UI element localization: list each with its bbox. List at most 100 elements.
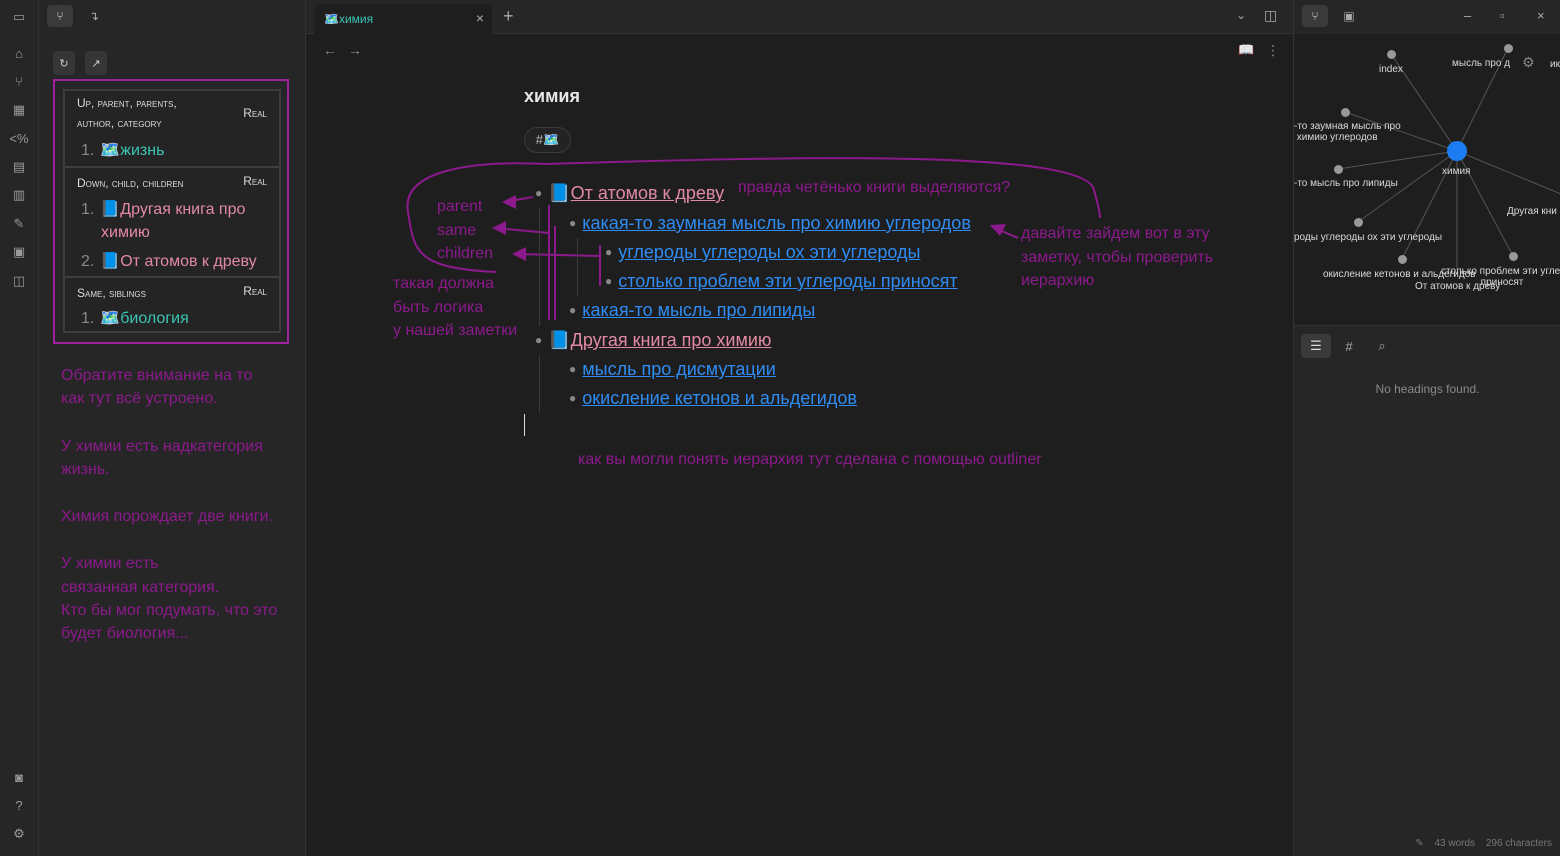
bullet-icon[interactable]: ● bbox=[569, 216, 576, 230]
graph-node[interactable] bbox=[1504, 44, 1513, 53]
graph-node-label: От атомов к древу bbox=[1415, 281, 1501, 292]
bc-section-up: Up, parent, parents, author, category Re… bbox=[65, 91, 279, 168]
sidebar-toggle-icon[interactable]: ▭ bbox=[9, 7, 29, 27]
code-icon[interactable]: <% bbox=[9, 128, 29, 148]
annotation-line: Химия порождает две книги. bbox=[61, 508, 273, 525]
outline-link[interactable]: Другая книга про химию bbox=[571, 330, 772, 350]
graph-node[interactable] bbox=[1334, 165, 1343, 174]
outline-item[interactable]: ● какая-то заумная мысль про химию углеро… bbox=[569, 211, 971, 237]
bc-section-down: Down, child, children Real 1. 📘Другая кни… bbox=[65, 168, 279, 278]
tv-icon[interactable]: ◫ bbox=[9, 271, 29, 291]
graph-view-tab-icon[interactable]: ⑂ bbox=[1302, 5, 1328, 27]
bullet-icon[interactable]: ● bbox=[535, 333, 542, 347]
help-icon[interactable]: ? bbox=[9, 795, 29, 815]
outline-item[interactable]: ● углероды углероды ох эти углероды bbox=[605, 240, 920, 266]
outline-link[interactable]: столько проблем эти углероды приносят bbox=[618, 271, 957, 291]
window-close-icon[interactable]: × bbox=[1537, 8, 1545, 23]
graph-node-label: -то заумная мысль про химию углеродов bbox=[1294, 121, 1401, 143]
editor-pane: 🗺️химия × + ⌄ ◫ ← → 📖 ⋮ химия #🗺️ ● 📘От а… bbox=[306, 0, 1293, 856]
annotation-line: У химии есть надкатегория bbox=[61, 438, 263, 455]
outline-item[interactable]: ● 📘От атомов к древу bbox=[535, 181, 724, 207]
bullet-icon[interactable]: ● bbox=[535, 186, 542, 200]
breadcrumbs-matrix: Up, parent, parents, author, category Re… bbox=[63, 89, 281, 333]
annotation-parent: parent bbox=[437, 198, 483, 215]
open-button[interactable]: ↗ bbox=[85, 51, 107, 75]
minimize-icon[interactable]: – bbox=[1464, 8, 1471, 23]
bullet-icon[interactable]: ● bbox=[605, 274, 612, 288]
right-pane: ⑂ ▣ – ▫ × index мысль про д ⚙ ик -то зау… bbox=[1293, 0, 1560, 856]
graph-node-current[interactable] bbox=[1447, 141, 1467, 161]
outline-item[interactable]: ● мысль про дисмутации bbox=[569, 357, 776, 383]
annotation-line: Кто бы мог подумать, что это bbox=[61, 602, 278, 619]
annotation-line: Обратите внимание на то bbox=[61, 367, 253, 384]
outline-link[interactable]: какая-то мысль про липиды bbox=[582, 300, 815, 320]
outline-item[interactable]: ● 📘Другая книга про химию bbox=[535, 328, 771, 354]
outline-list-view-button[interactable]: ☰ bbox=[1301, 334, 1331, 358]
annotation-logic: такая должна быть логика у нашей заметки bbox=[393, 275, 518, 339]
bc-item[interactable]: 1. 🗺️биология bbox=[81, 307, 189, 330]
edit-icon: ✎ bbox=[1415, 838, 1424, 849]
bullet-icon[interactable]: ● bbox=[569, 362, 576, 376]
grid-icon[interactable]: ▦ bbox=[9, 100, 29, 120]
left-pane-toolbar: ⑂ ↴ bbox=[39, 0, 306, 34]
pen-icon[interactable]: ✎ bbox=[9, 214, 29, 234]
bullet-icon[interactable]: ● bbox=[569, 391, 576, 405]
bc-item-link[interactable]: 🗺️жизнь bbox=[100, 142, 164, 159]
bc-item[interactable]: 1. 🗺️жизнь bbox=[81, 139, 164, 162]
redirect-icon[interactable]: ↴ bbox=[81, 5, 107, 27]
outline-item[interactable]: ● какая-то мысль про липиды bbox=[569, 298, 815, 324]
graph-node[interactable] bbox=[1354, 218, 1363, 227]
bc-item[interactable]: 1. 📘Другая книга про химию bbox=[81, 198, 271, 244]
local-graph[interactable]: index мысль про д ⚙ ик -то заумная мысль… bbox=[1294, 34, 1560, 326]
graph-node-label: химия bbox=[1442, 166, 1471, 177]
bullet-icon[interactable]: ● bbox=[569, 303, 576, 317]
bc-section-header: Up, parent, parents, author, category bbox=[77, 96, 177, 130]
maximize-icon[interactable]: ▫ bbox=[1500, 8, 1505, 23]
tags-view-button[interactable]: # bbox=[1334, 334, 1364, 358]
bullet-icon[interactable]: ● bbox=[605, 245, 612, 259]
indent-guide bbox=[539, 208, 540, 326]
outline-link[interactable]: углероды углероды ох эти углероды bbox=[618, 242, 920, 262]
text-cursor[interactable] bbox=[524, 414, 525, 436]
home-icon[interactable]: ⌂ bbox=[9, 43, 29, 63]
settings-icon[interactable]: ⚙ bbox=[9, 824, 29, 844]
bc-item-num: 1. bbox=[81, 142, 95, 159]
bc-item-link[interactable]: 📘Другая книга про химию bbox=[100, 201, 245, 241]
right-pane-toolbar: ⑂ ▣ – ▫ × bbox=[1294, 0, 1560, 34]
graph-node[interactable] bbox=[1341, 108, 1350, 117]
graph-icon[interactable]: ⑂ bbox=[9, 71, 29, 91]
layout-icon[interactable]: ▥ bbox=[9, 185, 29, 205]
gear-icon[interactable]: ⚙ bbox=[1522, 54, 1535, 71]
annotation-children: children bbox=[437, 245, 494, 262]
word-count: 43 words bbox=[1434, 838, 1476, 849]
bc-item-link[interactable]: 🗺️биология bbox=[100, 310, 188, 327]
annotation-same: same bbox=[437, 222, 477, 239]
vault-icon[interactable]: ◙ bbox=[9, 767, 29, 787]
calendar-icon[interactable]: ▣ bbox=[9, 242, 29, 262]
breadcrumbs-view-button[interactable]: ⑂ bbox=[47, 5, 73, 27]
template-icon[interactable]: ▤ bbox=[9, 157, 29, 177]
annotation-line: У химии есть bbox=[61, 555, 159, 572]
outline-link[interactable]: От атомов к древу bbox=[571, 183, 724, 203]
outline-link[interactable]: мысль про дисмутации bbox=[582, 359, 776, 379]
graph-node[interactable] bbox=[1398, 255, 1407, 264]
calendar-tab-icon[interactable]: ▣ bbox=[1336, 5, 1362, 27]
annotation-outliner: как вы могли понять иерархия тут сделана… bbox=[578, 451, 1042, 468]
outline-item[interactable]: ● окисление кетонов и альдегидов bbox=[569, 386, 857, 412]
graph-node-label: ик bbox=[1550, 59, 1560, 70]
search-icon[interactable]: ⌕ bbox=[1367, 334, 1397, 358]
bc-section-badge: Real bbox=[243, 284, 267, 298]
bc-item-link[interactable]: 📘От атомов к древу bbox=[100, 253, 256, 270]
graph-node[interactable] bbox=[1509, 252, 1518, 261]
outline-link[interactable]: окисление кетонов и альдегидов bbox=[582, 388, 857, 408]
book-icon: 📘 bbox=[548, 330, 571, 350]
outline-item[interactable]: ● столько проблем эти углероды приносят bbox=[605, 269, 958, 295]
ribbon: ▭ ⌂ ⑂ ▦ <% ▤ ▥ ✎ ▣ ◫ ◙ ? ⚙ bbox=[0, 0, 39, 856]
outline-link[interactable]: какая-то заумная мысль про химию углерод… bbox=[582, 213, 971, 233]
bc-item-num: 1. bbox=[81, 310, 95, 327]
bc-section-same: Same, siblings Real 1. 🗺️биология bbox=[65, 278, 279, 331]
bc-item[interactable]: 2. 📘От атомов к древу bbox=[81, 250, 257, 273]
refresh-button[interactable]: ↻ bbox=[53, 51, 75, 75]
graph-node[interactable] bbox=[1387, 50, 1396, 59]
graph-node-label: роды углероды ох эти углероды bbox=[1294, 232, 1443, 243]
